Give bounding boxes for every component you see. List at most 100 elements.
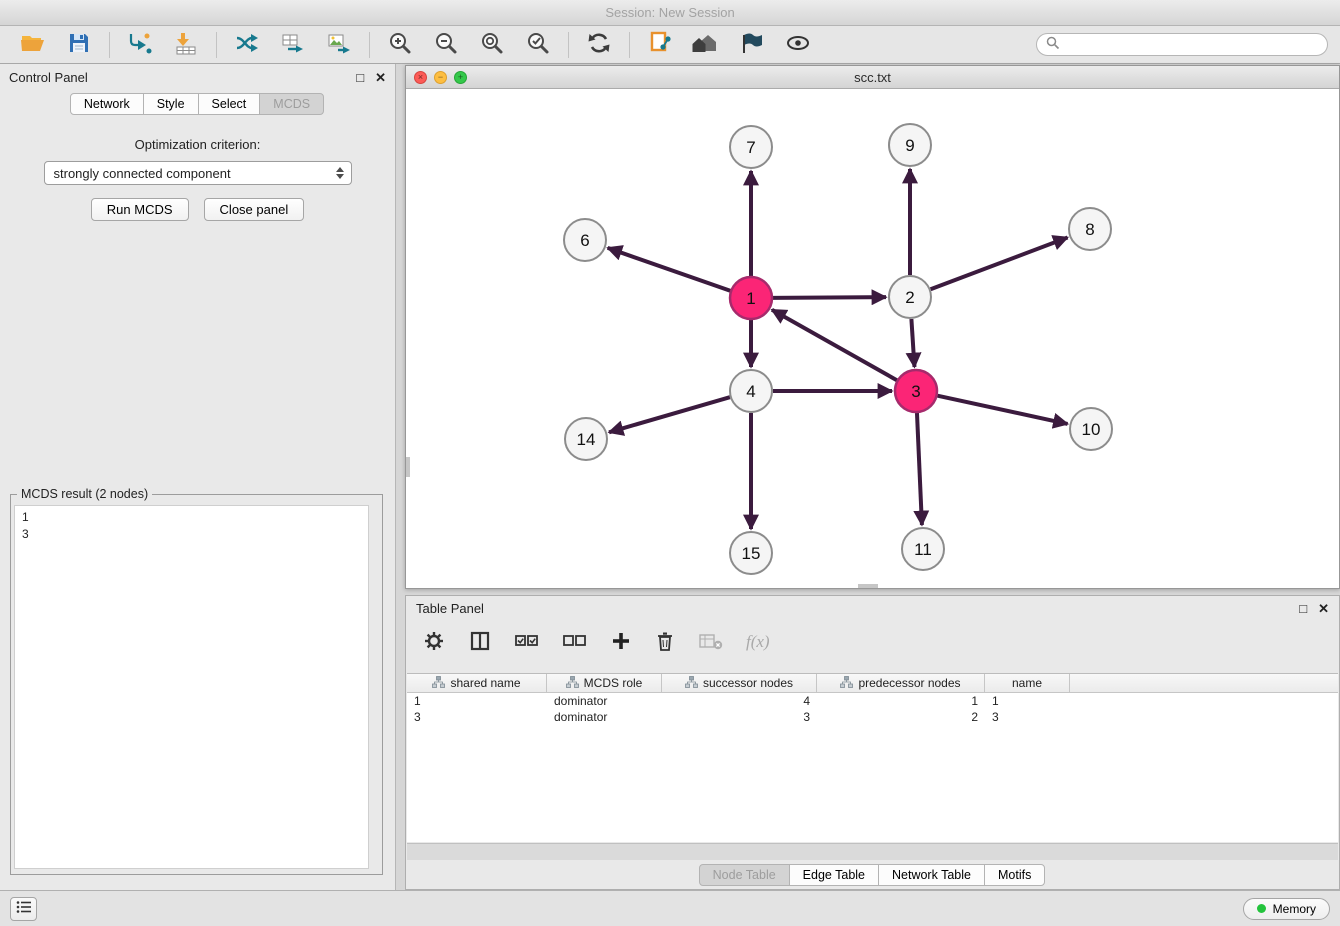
graph-edge-4-14[interactable] — [609, 397, 730, 432]
close-table-panel-icon[interactable]: ✕ — [1318, 602, 1329, 615]
graph-node-8[interactable]: 8 — [1069, 208, 1111, 250]
table-cell: 2 — [817, 710, 985, 724]
network-canvas[interactable]: 7 9 6 8 1 2 4 3 14 10 15 11 — [406, 89, 1339, 588]
vertical-scroll-hint[interactable] — [406, 457, 410, 477]
document-network-icon — [648, 30, 672, 59]
select-all-columns-button[interactable] — [514, 627, 540, 657]
graph-node-1[interactable]: 1 — [730, 277, 772, 319]
apply-layout-button[interactable] — [578, 29, 620, 61]
zoom-in-button[interactable] — [379, 29, 421, 61]
column-header-name[interactable]: name — [985, 674, 1070, 692]
search-input[interactable] — [1066, 37, 1318, 52]
column-header-shared-name[interactable]: shared name — [407, 674, 547, 692]
column-header-successor-nodes[interactable]: successor nodes — [662, 674, 817, 692]
unselect-all-columns-button[interactable] — [562, 627, 588, 657]
mcds-result-list[interactable]: 1 3 — [14, 505, 369, 869]
graph-node-2[interactable]: 2 — [889, 276, 931, 318]
new-network-button[interactable] — [226, 29, 268, 61]
graph-edge-1-2[interactable] — [773, 297, 886, 298]
column-header-mcds-role[interactable]: MCDS role — [547, 674, 662, 692]
close-window-icon[interactable]: × — [414, 71, 427, 84]
zoom-out-button[interactable] — [425, 29, 467, 61]
show-columns-button[interactable] — [468, 627, 492, 657]
table-panel-header: Table Panel □ ✕ — [406, 596, 1339, 621]
import-table-file-button[interactable] — [165, 29, 207, 61]
mcds-buttons: Run MCDS Close panel — [0, 198, 395, 221]
graph-node-14[interactable]: 14 — [565, 418, 607, 460]
tab-mcds[interactable]: MCDS — [259, 93, 324, 115]
graph-node-15[interactable]: 15 — [730, 532, 772, 574]
minimize-window-icon[interactable]: − — [434, 71, 447, 84]
tab-style[interactable]: Style — [143, 93, 199, 115]
graph-node-3[interactable]: 3 — [895, 370, 937, 412]
list-icon — [16, 900, 32, 917]
tab-edge-table[interactable]: Edge Table — [789, 864, 879, 886]
table-toolbar: f(x) — [406, 621, 1339, 663]
tab-motifs[interactable]: Motifs — [984, 864, 1045, 886]
tab-network[interactable]: Network — [70, 93, 144, 115]
graph-edge-2-8[interactable] — [931, 237, 1068, 289]
graph-node-6[interactable]: 6 — [564, 219, 606, 261]
network-graph[interactable]: 7 9 6 8 1 2 4 3 14 10 15 11 — [406, 89, 1339, 588]
column-header-predecessor-nodes[interactable]: predecessor nodes — [817, 674, 985, 692]
show-panel-list-button[interactable] — [10, 897, 37, 921]
graph-edge-1-6[interactable] — [608, 248, 731, 291]
home-button[interactable] — [685, 29, 727, 61]
graph-node-4[interactable]: 4 — [730, 370, 772, 412]
show-graphics-button[interactable] — [777, 29, 819, 61]
column-label: successor nodes — [703, 676, 793, 690]
network-table-icon — [280, 31, 306, 58]
search-box[interactable] — [1036, 33, 1328, 56]
network-window-titlebar[interactable]: scc.txt × − + — [406, 66, 1339, 89]
graph-node-7[interactable]: 7 — [730, 126, 772, 168]
export-image-button[interactable] — [318, 29, 360, 61]
node-table: shared name MCDS role successor nodes pr… — [407, 673, 1338, 842]
export-image-icon — [326, 31, 352, 58]
zoom-fit-button[interactable] — [471, 29, 513, 61]
graph-edge-3-1[interactable] — [772, 310, 897, 380]
memory-button[interactable]: Memory — [1243, 898, 1330, 920]
graph-edge-3-10[interactable] — [937, 396, 1067, 424]
column-type-icon — [685, 676, 698, 691]
close-panel-button[interactable]: Close panel — [204, 198, 305, 221]
import-network-file-button[interactable] — [119, 29, 161, 61]
selected-criterion: strongly connected component — [54, 166, 231, 181]
open-file-button[interactable] — [12, 29, 54, 61]
run-mcds-button[interactable]: Run MCDS — [91, 198, 189, 221]
graph-node-10[interactable]: 10 — [1070, 408, 1112, 450]
toolbar-separator — [629, 32, 630, 58]
maximize-window-icon[interactable]: + — [454, 71, 467, 84]
tab-node-table[interactable]: Node Table — [699, 864, 790, 886]
tab-select[interactable]: Select — [198, 93, 261, 115]
network-table-button[interactable] — [272, 29, 314, 61]
zoom-selected-icon — [525, 30, 551, 59]
delete-column-button[interactable] — [654, 627, 676, 657]
table-row[interactable]: 3dominator323 — [407, 709, 1338, 725]
table-row[interactable]: 1dominator411 — [407, 693, 1338, 709]
graph-edge-2-3[interactable] — [911, 319, 914, 367]
column-type-icon — [432, 676, 445, 691]
columns-icon — [468, 629, 492, 656]
horizontal-scroll-hint[interactable] — [858, 584, 878, 588]
column-label: shared name — [450, 676, 520, 690]
float-table-panel-icon[interactable]: □ — [1299, 602, 1307, 615]
dropdown-arrows-icon — [336, 167, 344, 179]
delete-table-button[interactable] — [698, 627, 724, 657]
graph-node-11[interactable]: 11 — [902, 528, 944, 570]
close-panel-icon[interactable]: ✕ — [375, 71, 386, 84]
import-table-icon — [173, 31, 199, 58]
style-button[interactable] — [731, 29, 773, 61]
create-column-button[interactable] — [610, 627, 632, 657]
tab-network-table[interactable]: Network Table — [878, 864, 985, 886]
function-builder-button[interactable]: f(x) — [746, 627, 770, 657]
graph-edge-3-11[interactable] — [917, 413, 922, 525]
clipboard-network-button[interactable] — [639, 29, 681, 61]
graph-node-9[interactable]: 9 — [889, 124, 931, 166]
table-scrollbar[interactable] — [407, 843, 1338, 860]
window-title: Session: New Session — [605, 5, 734, 20]
zoom-selected-button[interactable] — [517, 29, 559, 61]
save-session-button[interactable] — [58, 29, 100, 61]
float-panel-icon[interactable]: □ — [356, 71, 364, 84]
optimization-criterion-select[interactable]: strongly connected component — [44, 161, 352, 185]
table-settings-button[interactable] — [422, 627, 446, 657]
